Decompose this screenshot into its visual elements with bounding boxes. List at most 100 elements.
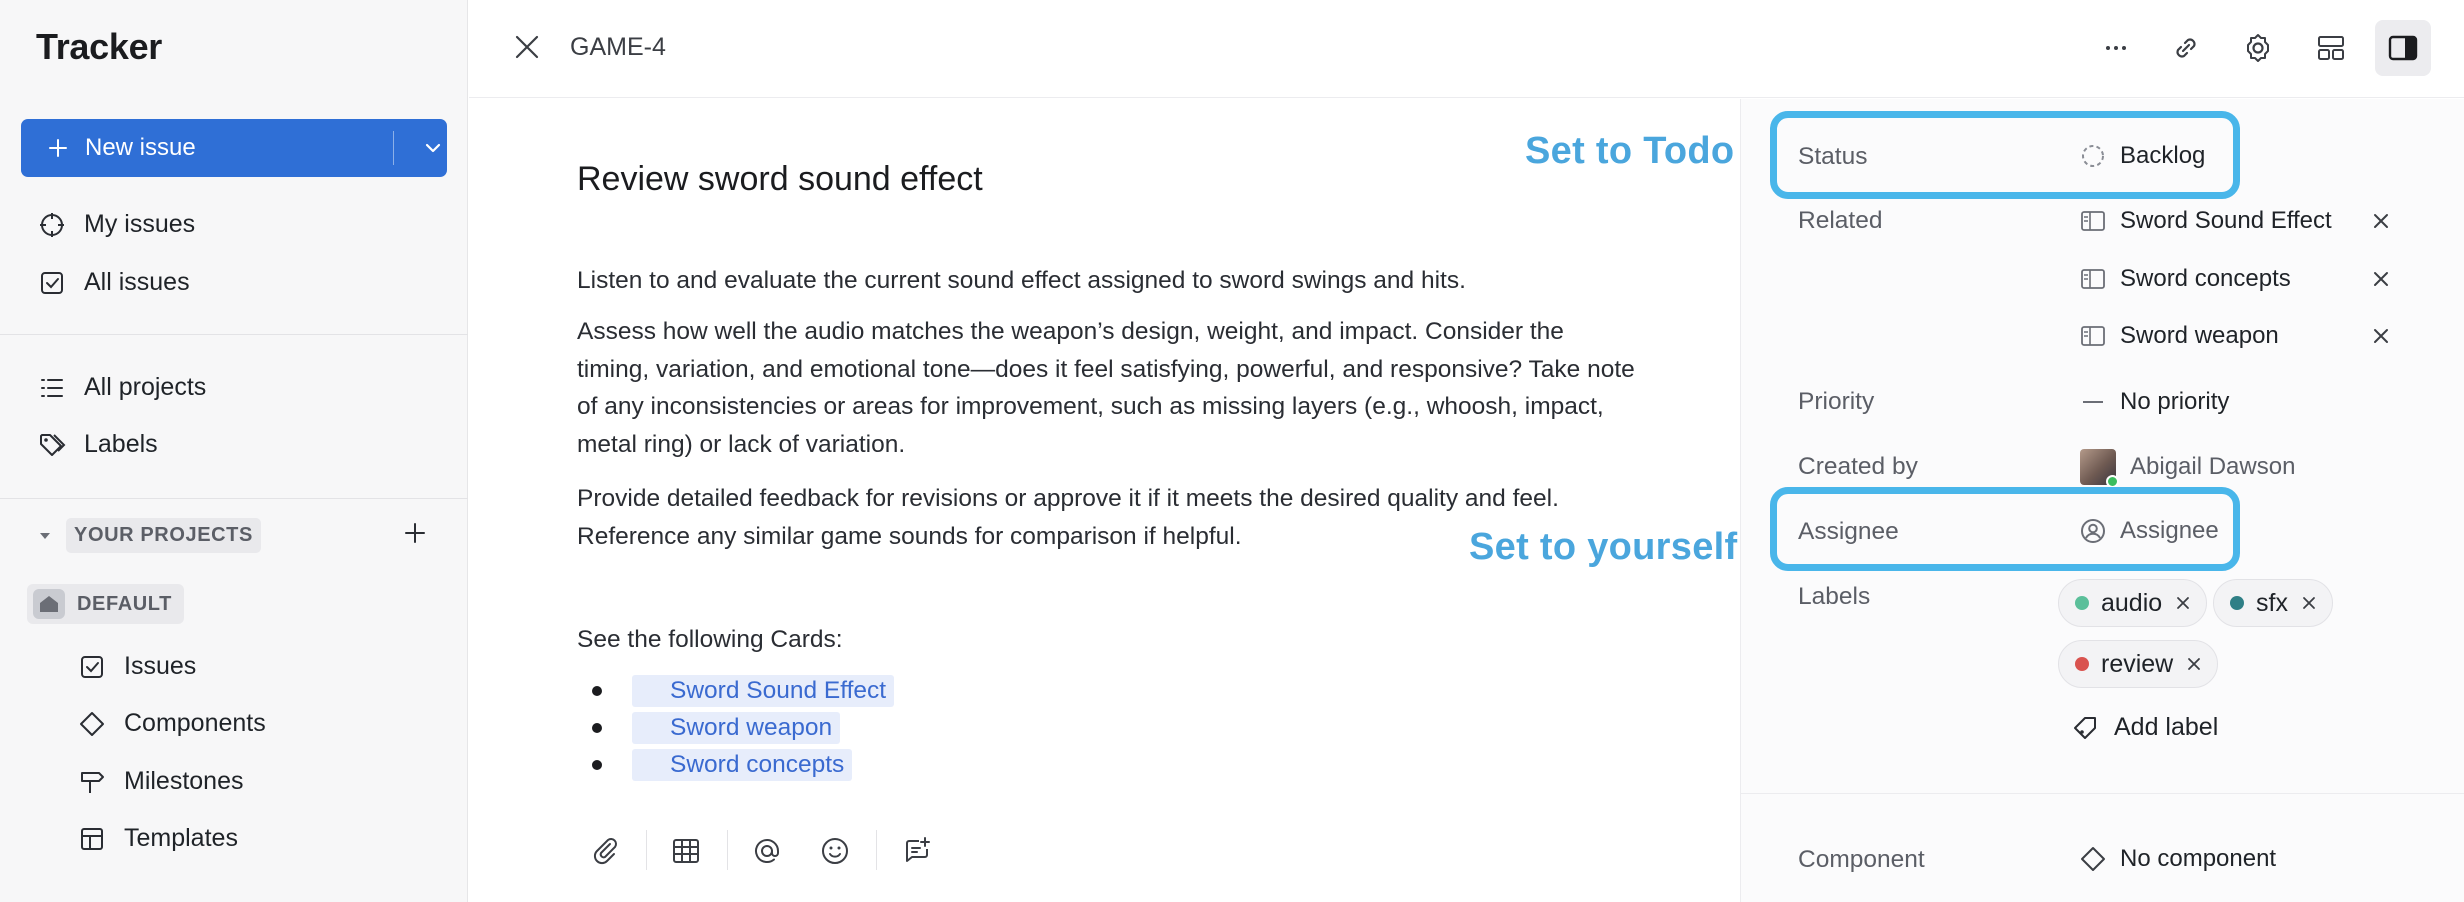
sidebar-item-label: Labels bbox=[84, 430, 158, 458]
checkbox-icon bbox=[41, 271, 63, 294]
related-item[interactable]: Sword weapon bbox=[2080, 322, 2279, 350]
sidebar-item-label: All projects bbox=[84, 373, 207, 401]
your-projects-label: YOUR PROJECTS bbox=[66, 518, 261, 553]
chevron-down-icon[interactable] bbox=[421, 136, 445, 160]
toolbar-separator bbox=[727, 830, 728, 870]
sidebar-divider bbox=[0, 334, 468, 335]
sidebar-item-components[interactable]: Components bbox=[78, 709, 266, 738]
project-home-icon bbox=[33, 589, 65, 619]
gear-icon[interactable] bbox=[2240, 30, 2276, 66]
label-color-dot bbox=[2075, 596, 2089, 610]
sidebar-item-all-issues[interactable]: All issues bbox=[38, 268, 190, 297]
card-icon bbox=[2081, 326, 2105, 346]
sidebar-item-label: Components bbox=[124, 709, 266, 737]
assignee-highlight bbox=[1770, 487, 2240, 571]
bullet bbox=[592, 723, 602, 733]
creator-name: Abigail Dawson bbox=[2130, 453, 2296, 480]
add-project-icon[interactable] bbox=[400, 518, 430, 548]
card-link[interactable]: Sword Sound Effect bbox=[632, 675, 895, 707]
label-pill-text: sfx bbox=[2256, 588, 2288, 617]
related-item[interactable]: Sword concepts bbox=[2080, 265, 2291, 293]
attach-icon[interactable] bbox=[588, 834, 622, 868]
add-card-icon[interactable] bbox=[901, 834, 935, 868]
card-link-item: Sword Sound Effect bbox=[592, 675, 895, 707]
priority-value[interactable]: No priority bbox=[2080, 388, 2229, 416]
description-paragraph[interactable]: Assess how well the audio matches the we… bbox=[577, 313, 1637, 463]
add-label-text: Add label bbox=[2114, 713, 2219, 741]
sidebar-item-issues[interactable]: Issues bbox=[78, 652, 196, 681]
mention-icon[interactable] bbox=[750, 834, 784, 868]
sidebar-item-label: My issues bbox=[84, 210, 196, 238]
sidebar-item-label: Milestones bbox=[124, 767, 244, 795]
avatar bbox=[2080, 449, 2119, 488]
crosshair-icon bbox=[40, 212, 64, 237]
toolbar-separator bbox=[876, 830, 877, 870]
remove-label-icon[interactable] bbox=[2300, 594, 2318, 612]
app-title: Tracker bbox=[36, 26, 163, 67]
component-label: Component bbox=[1798, 846, 1925, 873]
related-label: Related bbox=[1798, 207, 1883, 234]
link-icon[interactable] bbox=[2168, 30, 2204, 66]
sidebar-item-labels[interactable]: Labels bbox=[38, 430, 158, 459]
toolbar-separator bbox=[646, 830, 647, 870]
project-name: DEFAULT bbox=[77, 592, 172, 615]
sidebar: Tracker New issue My issues All issues A… bbox=[0, 0, 468, 902]
card-icon bbox=[2081, 269, 2105, 289]
your-projects-header[interactable]: YOUR PROJECTS bbox=[36, 518, 261, 553]
caret-down-icon bbox=[40, 532, 50, 539]
label-pill-sfx[interactable]: sfx bbox=[2213, 579, 2333, 627]
related-item-label: Sword weapon bbox=[2120, 322, 2279, 349]
add-label-button[interactable]: Add label bbox=[2072, 713, 2218, 742]
sidebar-item-templates[interactable]: Templates bbox=[78, 824, 238, 853]
sidebar-item-label: Templates bbox=[124, 824, 238, 852]
emoji-icon[interactable] bbox=[818, 834, 852, 868]
sidebar-right-icon bbox=[2388, 35, 2418, 61]
created-by-value: Abigail Dawson bbox=[2080, 449, 2296, 488]
issue-id: GAME-4 bbox=[570, 33, 666, 61]
project-default[interactable]: DEFAULT bbox=[27, 584, 184, 624]
tag-add-icon bbox=[2074, 716, 2096, 739]
diamond-icon bbox=[2081, 847, 2105, 871]
signpost-icon bbox=[81, 771, 104, 793]
new-issue-button[interactable]: New issue bbox=[21, 119, 447, 177]
issue-title[interactable]: Review sword sound effect bbox=[577, 160, 983, 199]
label-pill-audio[interactable]: audio bbox=[2058, 579, 2208, 627]
more-options-icon[interactable] bbox=[2098, 30, 2134, 66]
button-separator bbox=[393, 131, 394, 165]
sidebar-item-my-issues[interactable]: My issues bbox=[38, 210, 195, 239]
description-paragraph[interactable]: Listen to and evaluate the current sound… bbox=[577, 262, 1637, 300]
remove-label-icon[interactable] bbox=[2174, 594, 2192, 612]
list-icon bbox=[41, 378, 63, 397]
remove-related-icon[interactable] bbox=[2370, 268, 2392, 290]
remove-label-icon[interactable] bbox=[2185, 655, 2203, 673]
no-priority-icon bbox=[2083, 401, 2103, 403]
table-icon[interactable] bbox=[669, 834, 703, 868]
remove-related-icon[interactable] bbox=[2370, 325, 2392, 347]
related-item-label: Sword concepts bbox=[2120, 265, 2291, 292]
card-icon bbox=[2081, 211, 2105, 231]
priority-label: Priority bbox=[1798, 388, 1875, 415]
related-item[interactable]: Sword Sound Effect bbox=[2080, 207, 2332, 235]
tags-icon bbox=[40, 433, 66, 456]
cards-label: See the following Cards: bbox=[577, 626, 843, 653]
card-link[interactable]: Sword weapon bbox=[632, 712, 841, 744]
component-value[interactable]: No component bbox=[2080, 845, 2276, 873]
close-icon[interactable] bbox=[512, 32, 542, 62]
bullet bbox=[592, 760, 602, 770]
label-color-dot bbox=[2230, 596, 2244, 610]
sidebar-item-all-projects[interactable]: All projects bbox=[38, 373, 206, 402]
panel-toggle-button[interactable] bbox=[2375, 20, 2431, 76]
new-issue-label: New issue bbox=[85, 134, 196, 161]
diamond-icon bbox=[80, 711, 104, 736]
checkbox-icon bbox=[81, 655, 103, 678]
remove-related-icon[interactable] bbox=[2370, 210, 2392, 232]
callout-set-assignee: Set to yourself bbox=[1469, 526, 1738, 568]
label-pill-review[interactable]: review bbox=[2058, 640, 2219, 688]
sidebar-item-milestones[interactable]: Milestones bbox=[78, 767, 244, 796]
sidebar-divider bbox=[0, 498, 468, 499]
callout-set-status: Set to Todo bbox=[1525, 130, 1735, 172]
card-link[interactable]: Sword concepts bbox=[632, 749, 853, 781]
layout-icon[interactable] bbox=[2313, 30, 2349, 66]
label-color-dot bbox=[2075, 657, 2089, 671]
template-icon bbox=[81, 827, 103, 850]
